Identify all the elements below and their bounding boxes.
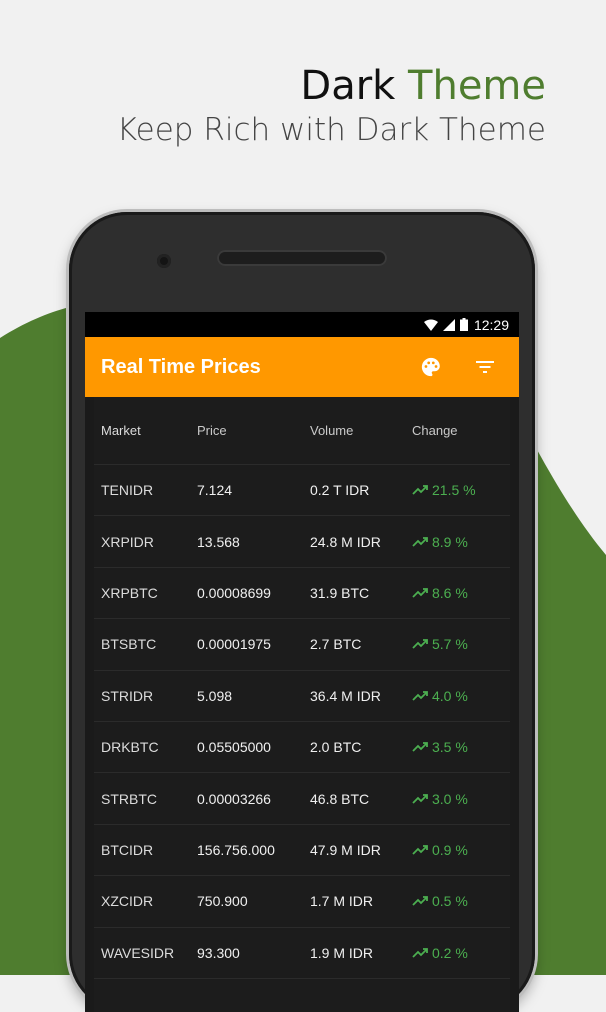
change-value: 0.2 % xyxy=(432,944,468,961)
phone-frame: 12:29 Real Time Prices Market Price Volu… xyxy=(69,212,535,1012)
table-row[interactable]: XRPBTC 0.00008699 31.9 BTC 8.6 % xyxy=(94,568,510,620)
change-value: 0.9 % xyxy=(432,841,468,858)
palette-icon xyxy=(421,357,440,377)
cell-volume: 36.4 M IDR xyxy=(310,687,381,704)
trending-up-icon xyxy=(412,793,428,804)
filter-icon xyxy=(476,361,494,373)
cell-change: 3.5 % xyxy=(412,739,510,755)
trending-up-icon xyxy=(412,742,428,752)
change-value: 0.5 % xyxy=(432,893,468,910)
cell-volume: 47.9 M IDR xyxy=(310,841,381,858)
header-price[interactable]: Price xyxy=(197,423,310,438)
cell-volume: 1.7 M IDR xyxy=(310,893,374,910)
table-row[interactable]: DRKBTC 0.05505000 2.0 BTC 3.5 % xyxy=(94,722,510,774)
header-change[interactable]: Change xyxy=(412,423,510,438)
trending-up-icon xyxy=(412,845,428,855)
phone-screen: 12:29 Real Time Prices Market Price Volu… xyxy=(85,312,519,1012)
cell-volume: 24.8 M IDR xyxy=(310,533,381,550)
promo-subtitle: Keep Rich with Dark Theme xyxy=(116,112,546,148)
cell-market: WAVESIDR xyxy=(101,944,175,961)
cell-market: TENIDR xyxy=(101,482,154,499)
table-header: Market Price Volume Change xyxy=(94,397,510,465)
trending-up-icon xyxy=(412,588,428,598)
status-icons xyxy=(423,318,468,331)
cell-price: 5.098 xyxy=(197,687,233,704)
promo-title-part2: Theme xyxy=(408,63,546,109)
cell-price: 156.756.000 xyxy=(197,841,275,858)
filter-button[interactable] xyxy=(467,349,503,385)
cell-market: STRBTC xyxy=(101,790,157,807)
cell-volume: 2.7 BTC xyxy=(310,636,362,653)
change-value: 5.7 % xyxy=(432,636,468,653)
table-row[interactable]: WAVESIDR 93.300 1.9 M IDR 0.2 % xyxy=(94,928,510,979)
status-bar: 12:29 xyxy=(85,312,519,337)
trending-up-icon xyxy=(412,690,428,701)
cell-price: 0.00008699 xyxy=(197,584,271,601)
change-value: 21.5 % xyxy=(432,482,476,499)
cell-price: 93.300 xyxy=(197,944,240,961)
table-row[interactable]: BTCIDR 156.756.000 47.9 M IDR 0.9 % xyxy=(94,825,510,877)
cell-change: 4.0 % xyxy=(412,688,510,704)
change-value: 8.6 % xyxy=(432,584,468,601)
change-value: 4.0 % xyxy=(432,687,468,704)
cell-market: XRPBTC xyxy=(101,584,158,601)
cell-change: 0.5 % xyxy=(412,893,510,909)
table-row[interactable]: XRPIDR 13.568 24.8 M IDR 8.9 % xyxy=(94,516,510,568)
cell-volume: 2.0 BTC xyxy=(310,739,362,756)
change-value: 3.5 % xyxy=(432,739,468,756)
cell-change: 21.5 % xyxy=(412,482,510,498)
earpiece-speaker xyxy=(217,250,387,266)
cell-change: 8.9 % xyxy=(412,534,510,550)
signal-icon xyxy=(442,318,455,331)
cell-change: 8.6 % xyxy=(412,585,510,601)
trending-up-icon xyxy=(412,485,428,495)
cell-change: 0.9 % xyxy=(412,842,510,858)
cell-price: 0.05505000 xyxy=(197,739,271,756)
battery-icon xyxy=(459,318,468,331)
header-market[interactable]: Market xyxy=(94,423,197,438)
app-bar: Real Time Prices xyxy=(85,337,519,397)
table-row[interactable]: TENIDR 7.124 0.2 T IDR 21.5 % xyxy=(94,465,510,517)
cell-price: 0.00003266 xyxy=(197,790,271,807)
status-time: 12:29 xyxy=(473,316,509,333)
table-row[interactable]: STRBTC 0.00003266 46.8 BTC 3.0 % xyxy=(94,773,510,825)
trending-up-icon xyxy=(412,639,428,649)
cell-volume: 31.9 BTC xyxy=(310,584,370,601)
table-row[interactable]: XZCIDR 750.900 1.7 M IDR 0.5 % xyxy=(94,876,510,928)
cell-market: BTCIDR xyxy=(101,841,154,858)
trending-up-icon xyxy=(412,536,428,547)
cell-market: STRIDR xyxy=(101,687,154,704)
wifi-icon xyxy=(423,319,438,331)
cell-price: 750.900 xyxy=(197,893,248,910)
front-camera xyxy=(157,254,171,268)
header-volume[interactable]: Volume xyxy=(310,423,412,438)
cell-price: 7.124 xyxy=(197,482,233,499)
trending-up-icon xyxy=(412,896,428,906)
change-value: 3.0 % xyxy=(432,790,468,807)
cell-market: DRKBTC xyxy=(101,739,159,756)
cell-volume: 1.9 M IDR xyxy=(310,944,374,961)
promo-heading: Dark Theme Keep Rich with Dark Theme xyxy=(117,62,546,150)
cell-volume: 0.2 T IDR xyxy=(310,482,370,499)
table-row[interactable]: BTSBTC 0.00001975 2.7 BTC 5.7 % xyxy=(94,619,510,671)
theme-palette-button[interactable] xyxy=(413,349,449,385)
table-row[interactable]: STRIDR 5.098 36.4 M IDR 4.0 % xyxy=(94,671,510,722)
cell-price: 0.00001975 xyxy=(197,636,271,653)
cell-price: 13.568 xyxy=(197,533,240,550)
price-table: Market Price Volume Change TENIDR 7.124 0.… xyxy=(94,397,510,1012)
change-value: 8.9 % xyxy=(432,533,468,550)
cell-change: 0.2 % xyxy=(412,945,510,961)
trending-up-icon xyxy=(412,947,428,958)
promo-title: Dark Theme xyxy=(117,62,546,110)
app-bar-title: Real Time Prices xyxy=(101,355,261,378)
promo-title-part1: Dark xyxy=(300,63,396,109)
cell-change: 3.0 % xyxy=(412,791,510,807)
cell-change: 5.7 % xyxy=(412,636,510,652)
cell-market: XZCIDR xyxy=(101,893,154,910)
cell-volume: 46.8 BTC xyxy=(310,790,370,807)
cell-market: BTSBTC xyxy=(101,636,157,653)
cell-market: XRPIDR xyxy=(101,533,154,550)
